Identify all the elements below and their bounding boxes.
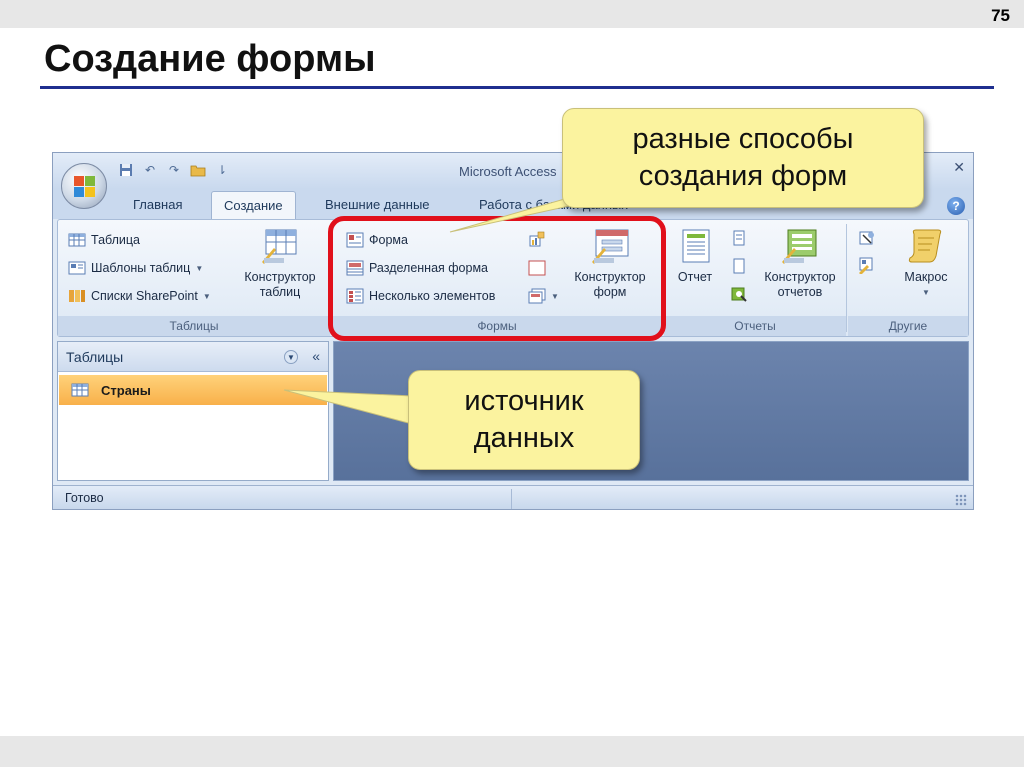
resize-grip-icon[interactable] bbox=[955, 494, 967, 506]
office-logo-icon bbox=[74, 176, 96, 198]
table-designer-label-1: Конструктор bbox=[244, 270, 316, 284]
report-designer-button[interactable]: Конструктор отчетов bbox=[756, 226, 844, 300]
callout-form-methods-line-2: создания форм bbox=[638, 160, 848, 192]
group-label-reports: Отчеты bbox=[664, 316, 846, 336]
save-icon[interactable] bbox=[117, 162, 135, 178]
callout-form-methods-line-1: разные способы bbox=[632, 123, 854, 155]
group-other: Макрос ▼ Другие bbox=[848, 220, 968, 336]
tab-create[interactable]: Создание bbox=[211, 191, 296, 221]
query-wizard-icon bbox=[858, 230, 876, 246]
table-templates-button[interactable]: Шаблоны таблиц ▼ bbox=[68, 260, 203, 276]
group-tables: Таблица Шаблоны таблиц ▼ Списки SharePoi… bbox=[58, 220, 330, 336]
blank-report-icon bbox=[730, 258, 748, 274]
report-wizard-icon bbox=[730, 286, 748, 302]
nav-pane-menu-icon[interactable]: ▼ bbox=[284, 350, 298, 364]
slide-bottom-bar bbox=[0, 736, 1024, 767]
group-label-tables: Таблицы bbox=[58, 316, 330, 336]
macro-label: Макрос bbox=[904, 270, 948, 284]
report-wizard-button[interactable] bbox=[730, 286, 748, 302]
table-label: Таблица bbox=[91, 233, 141, 247]
undo-icon[interactable]: ↶ bbox=[141, 162, 159, 178]
callout-form-methods: разные способы создания форм bbox=[562, 108, 924, 208]
query-designer-icon bbox=[858, 256, 876, 275]
report-button[interactable]: Отчет bbox=[668, 226, 722, 285]
chevron-down-icon: ▼ bbox=[922, 288, 930, 297]
tab-home[interactable]: Главная bbox=[133, 197, 182, 212]
callout-tail bbox=[449, 197, 576, 233]
nav-pane-title: Таблицы bbox=[66, 349, 124, 365]
query-designer-button[interactable] bbox=[858, 256, 876, 275]
chevron-down-icon: ▼ bbox=[202, 291, 211, 301]
macro-button[interactable]: Макрос ▼ bbox=[888, 226, 964, 300]
table-icon bbox=[68, 232, 86, 248]
sharepoint-icon bbox=[68, 288, 86, 304]
report-label: Отчет bbox=[677, 270, 713, 284]
status-bar: Готово bbox=[53, 485, 973, 509]
report-designer-label-2: отчетов bbox=[777, 285, 823, 299]
nav-item-label: Страны bbox=[101, 382, 151, 398]
slide-top-bar bbox=[0, 0, 1024, 28]
callout-tail bbox=[283, 389, 413, 425]
sharepoint-lists-button[interactable]: Списки SharePoint ▼ bbox=[68, 288, 211, 304]
tab-external-data[interactable]: Внешние данные bbox=[325, 197, 430, 212]
callout-data-source: источник данных bbox=[408, 370, 640, 470]
open-folder-icon[interactable] bbox=[189, 162, 207, 178]
status-text: Готово bbox=[65, 491, 104, 505]
customize-qat-icon[interactable]: ⇂ bbox=[213, 162, 231, 178]
macro-scroll-icon bbox=[906, 226, 946, 266]
table-templates-label: Шаблоны таблиц bbox=[91, 261, 191, 275]
blank-report-button[interactable] bbox=[730, 258, 748, 274]
window-controls: ✕ bbox=[953, 159, 965, 176]
close-icon[interactable]: ✕ bbox=[953, 159, 965, 176]
collapse-pane-icon[interactable]: « bbox=[312, 348, 320, 364]
group-separator bbox=[846, 224, 847, 332]
table-templates-icon bbox=[68, 260, 86, 276]
callout-data-source-line-2: данных bbox=[473, 422, 575, 454]
table-designer-button[interactable]: Конструктор таблиц bbox=[234, 226, 326, 300]
group-label-other: Другие bbox=[848, 316, 968, 336]
nav-pane-header: Таблицы ▼ « bbox=[58, 342, 328, 372]
slide-title: Создание формы bbox=[44, 38, 376, 80]
labels-icon bbox=[730, 230, 748, 246]
quick-access-toolbar: ↶ ↷ ⇂ bbox=[117, 162, 231, 178]
group-reports: Отчет Конструктор отчетов Отчеты bbox=[664, 220, 846, 336]
report-designer-label-1: Конструктор bbox=[764, 270, 836, 284]
slide-number: 75 bbox=[991, 6, 1010, 25]
labels-button[interactable] bbox=[730, 230, 748, 246]
table-designer-icon bbox=[260, 226, 300, 266]
report-icon bbox=[675, 226, 715, 266]
window-title: Microsoft Access bbox=[459, 164, 557, 179]
chevron-down-icon: ▼ bbox=[195, 263, 204, 273]
sharepoint-lists-label: Списки SharePoint bbox=[91, 289, 198, 303]
office-button[interactable] bbox=[61, 163, 107, 209]
report-designer-icon bbox=[780, 226, 820, 266]
query-wizard-button[interactable] bbox=[858, 230, 876, 246]
redo-icon[interactable]: ↷ bbox=[165, 162, 183, 178]
table-designer-label-2: таблиц bbox=[259, 285, 301, 299]
table-button[interactable]: Таблица bbox=[68, 232, 140, 248]
help-icon[interactable]: ? bbox=[947, 197, 965, 215]
callout-data-source-line-1: источник bbox=[464, 385, 584, 417]
title-underline bbox=[40, 86, 994, 89]
status-divider bbox=[511, 489, 512, 509]
table-icon bbox=[71, 382, 89, 398]
